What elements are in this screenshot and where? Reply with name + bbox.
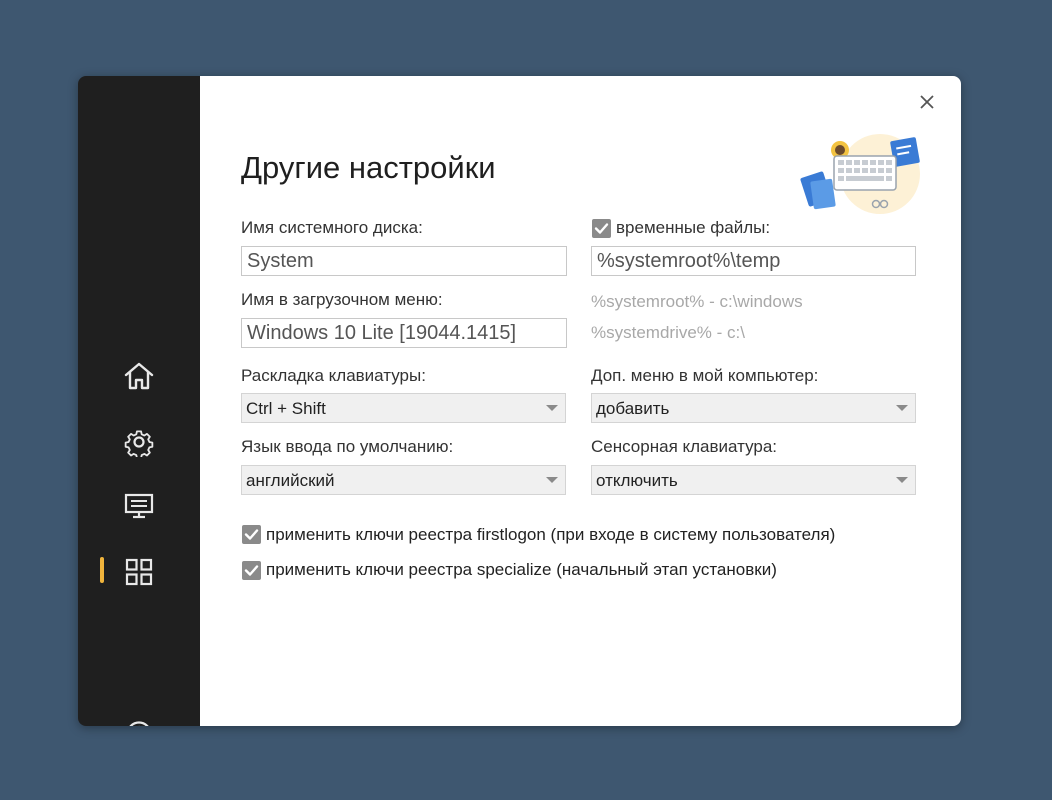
system-disk-input[interactable]	[241, 246, 567, 276]
context-menu-value: добавить	[596, 399, 670, 418]
keyboard-layout-value: Ctrl + Shift	[246, 399, 326, 418]
temp-files-input[interactable]	[591, 246, 916, 276]
input-lang-label: Язык ввода по умолчанию:	[241, 437, 454, 456]
keyboard-layout-select[interactable]: Ctrl + Shift	[241, 393, 566, 423]
sidebar-item-display[interactable]	[78, 484, 200, 528]
temp-files-checkbox[interactable]	[592, 219, 611, 238]
close-icon	[920, 95, 934, 109]
input-lang-value: английский	[246, 471, 335, 490]
main-panel: Другие настройки Имя системного диска: И…	[200, 76, 961, 726]
touch-keyboard-value: отключить	[596, 471, 678, 490]
context-menu-select[interactable]: добавить	[591, 393, 916, 423]
apps-grid-icon	[125, 558, 153, 586]
touch-keyboard-select[interactable]: отключить	[591, 465, 916, 495]
temp-files-label: временные файлы:	[616, 218, 771, 237]
system-disk-label: Имя системного диска:	[241, 218, 423, 237]
chevron-down-icon	[889, 466, 915, 494]
context-menu-label: Доп. меню в мой компьютер:	[591, 366, 819, 385]
sidebar-item-settings[interactable]	[78, 420, 200, 464]
systemdrive-hint: %systemdrive% - c:\	[591, 323, 745, 342]
keyboard-illustration	[800, 134, 920, 214]
firstlogon-checkbox[interactable]	[242, 525, 261, 544]
sidebar	[78, 76, 200, 726]
sidebar-item-help[interactable]	[78, 712, 200, 726]
home-icon	[124, 362, 154, 390]
specialize-checkbox[interactable]	[242, 561, 261, 580]
sidebar-item-home[interactable]	[78, 354, 200, 398]
page-title: Другие настройки	[241, 150, 496, 185]
boot-menu-label: Имя в загрузочном меню:	[241, 290, 443, 309]
checkmark-icon	[594, 223, 609, 234]
specialize-label: применить ключи реестра specialize (нача…	[266, 560, 777, 579]
close-button[interactable]	[915, 90, 939, 114]
checkmark-icon	[244, 529, 259, 540]
chevron-down-icon	[889, 394, 915, 422]
monitor-icon	[124, 493, 154, 519]
firstlogon-label: применить ключи реестра firstlogon (при …	[266, 525, 836, 544]
gear-icon	[124, 430, 154, 457]
settings-window: Другие настройки Имя системного диска: И…	[78, 76, 961, 726]
input-lang-select[interactable]: английский	[241, 465, 566, 495]
chevron-down-icon	[539, 394, 565, 422]
sidebar-item-other-settings[interactable]	[78, 550, 200, 594]
touch-keyboard-label: Сенсорная клавиатура:	[591, 437, 778, 456]
boot-menu-input[interactable]	[241, 318, 567, 348]
keyboard-layout-label: Раскладка клавиатуры:	[241, 366, 426, 385]
systemroot-hint: %systemroot% - c:\windows	[591, 292, 803, 311]
checkmark-icon	[244, 565, 259, 576]
chevron-down-icon	[539, 466, 565, 494]
active-indicator	[100, 557, 104, 583]
help-icon	[129, 721, 149, 726]
